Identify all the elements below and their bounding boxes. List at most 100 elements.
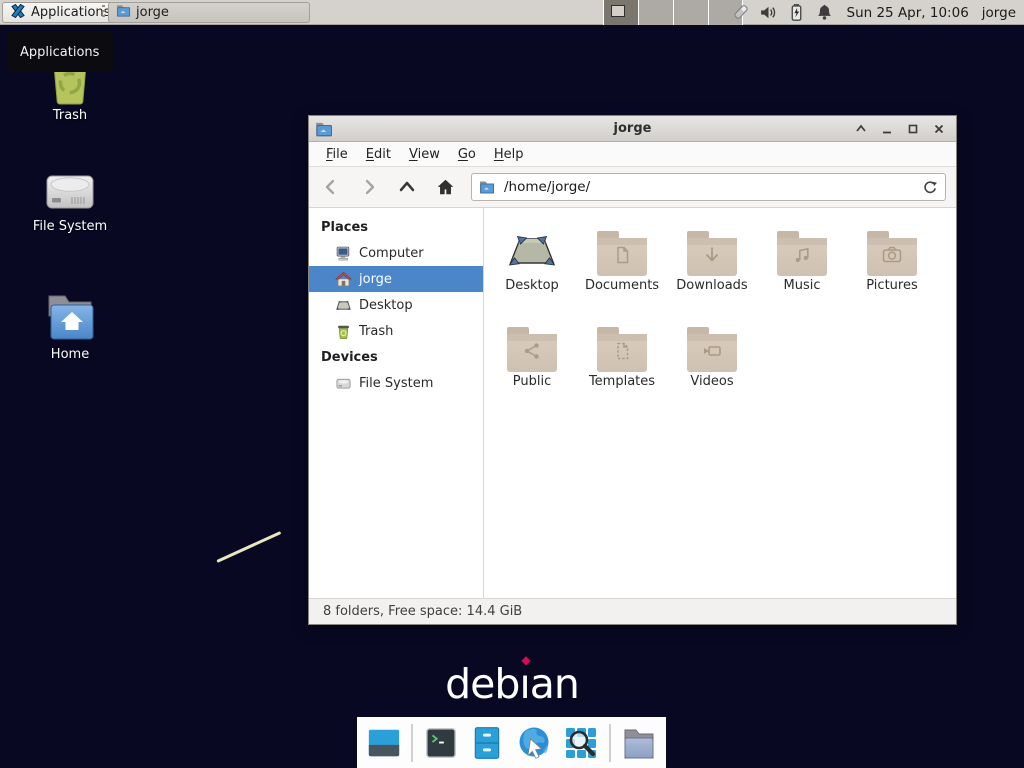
workspace-1[interactable] [603,0,638,25]
toolbar [309,167,956,208]
sidebar-item-label: Trash [359,324,393,339]
statusbar: 8 folders, Free space: 14.4 GiB [309,598,956,624]
filesystem-icon [8,168,132,216]
workspace-window-thumb [611,5,625,17]
file-icon [594,218,650,276]
file-downloads[interactable]: Downloads [667,218,757,314]
file-label: Videos [690,374,733,389]
terminal-launcher[interactable] [422,724,459,762]
dock [357,717,666,768]
close-button[interactable] [932,122,945,135]
file-videos[interactable]: Videos [667,314,757,410]
battery-icon[interactable] [787,3,806,22]
file-icon [684,218,740,276]
sidebar-item-computer[interactable]: Computer [309,240,483,266]
removable-device-icon[interactable] [731,3,750,22]
home-icon [8,292,132,344]
panel-username[interactable]: jorge [982,5,1016,21]
location-bar [471,173,946,201]
file-icon [504,218,560,276]
arrow-down-emblem-icon [701,244,723,270]
menu-file[interactable]: File [317,144,357,165]
music-emblem-icon [791,244,813,270]
panel-clock[interactable]: Sun 25 Apr, 10:06 [847,5,969,21]
sidebar-item-label: File System [359,376,433,391]
sidebar-item-jorge[interactable]: jorge [309,266,483,292]
sidebar: PlacesComputerjorgeDesktopTrashDevicesFi… [309,208,484,598]
file-templates[interactable]: Templates [577,314,667,410]
folder-icon [687,238,737,276]
workspace-3[interactable] [673,0,708,25]
show-desktop-launcher[interactable] [365,724,402,762]
file-label: Music [784,278,821,293]
folder-icon [507,334,557,372]
volume-icon[interactable] [759,3,778,22]
reload-icon[interactable] [919,177,941,197]
drive-icon [335,375,352,392]
sidebar-item-trash[interactable]: Trash [309,318,483,344]
file-cabinet-launcher[interactable] [469,724,506,762]
workspace-2[interactable] [638,0,673,25]
applications-label: Applications [31,5,110,20]
folder-icon [777,238,827,276]
computer-icon [335,245,352,262]
xfce-menu-icon [10,3,26,23]
home-button[interactable] [429,172,461,202]
statusbar-text: 8 folders, Free space: 14.4 GiB [323,604,522,619]
file-documents[interactable]: Documents [577,218,667,314]
path-folder-icon [479,179,495,195]
menu-go[interactable]: Go [449,144,485,165]
file-pictures[interactable]: Pictures [847,218,937,314]
file-icon [684,314,740,372]
file-desktop[interactable]: Desktop [487,218,577,314]
file-manager-window: jorge FileEditViewGoHelp [308,115,957,625]
app-finder-launcher[interactable] [562,724,600,762]
maximize-button[interactable] [906,122,919,135]
workspace-switcher[interactable] [603,0,743,25]
top-panel: Applications jorge Sun 25 Apr, 10:06 jor… [0,0,1024,25]
forward-button[interactable] [353,172,385,202]
debian-logo: debı◆an [412,660,612,708]
back-button[interactable] [315,172,347,202]
menu-view[interactable]: View [400,144,449,165]
menu-edit[interactable]: Edit [357,144,400,165]
web-browser-launcher[interactable] [515,724,553,762]
sidebar-item-file-system[interactable]: File System [309,370,483,396]
dock-separator [411,724,413,762]
desktop-icon-label: Home [8,347,132,362]
applications-menu-button[interactable]: Applications [2,2,118,23]
share-emblem-icon [521,340,543,366]
sidebar-item-label: Desktop [359,298,413,313]
sidebar-item-label: jorge [359,272,392,287]
window-titlebar[interactable]: jorge [309,116,956,142]
file-label: Templates [589,374,655,389]
menu-help[interactable]: Help [485,144,533,165]
file-public[interactable]: Public [487,314,577,410]
desktop-icon-home[interactable]: Home [8,292,132,362]
desktop-folder-icon [506,232,558,276]
shade-button[interactable] [854,122,867,135]
up-button[interactable] [391,172,423,202]
template-emblem-icon [611,340,633,366]
logo-text: debı◆an [445,660,579,708]
tooltip-text: Applications [20,45,99,60]
camera-emblem-icon [880,243,904,271]
taskbar-window-label: jorge [136,5,169,20]
desktop-icon-filesystem[interactable]: File System [8,168,132,234]
sidebar-item-desktop[interactable]: Desktop [309,292,483,318]
notifications-icon[interactable] [815,3,834,22]
path-input[interactable] [471,173,946,201]
taskbar-window-button[interactable]: jorge [108,2,310,23]
file-icon [774,218,830,276]
desktop-icon-label: Trash [8,108,132,123]
file-list-view[interactable]: DesktopDocumentsDownloads Music Pictures Pu… [485,208,956,598]
panel-status-area: Sun 25 Apr, 10:06 jorge [731,0,1024,25]
file-icon [594,314,650,372]
folder-launcher-launcher[interactable] [620,724,658,762]
system-tray [731,3,834,22]
minimize-button[interactable] [880,122,893,135]
folder-icon [687,334,737,372]
folder-icon [597,238,647,276]
file-music[interactable]: Music [757,218,847,314]
sidebar-header-devices: Devices [309,344,483,370]
